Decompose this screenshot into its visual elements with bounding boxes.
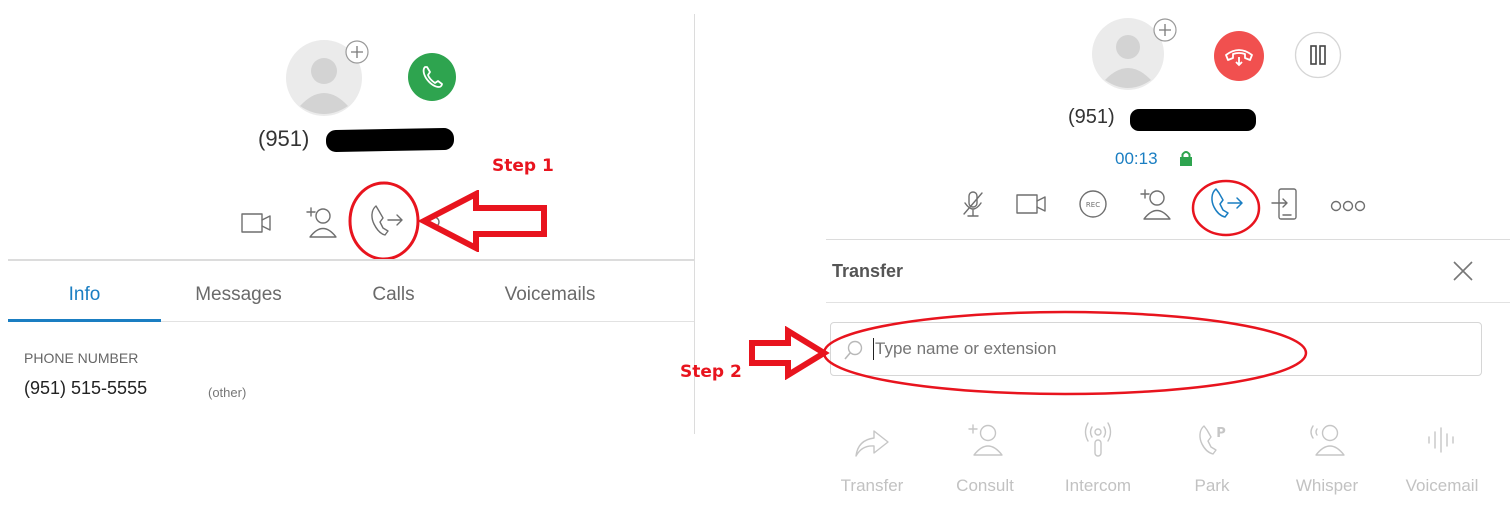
redaction-bar bbox=[1130, 109, 1256, 131]
transfer-option-park-label: Park bbox=[1194, 476, 1230, 495]
step2-ellipse bbox=[818, 306, 1312, 400]
step1-arrow bbox=[417, 189, 550, 253]
whisper-icon bbox=[1310, 424, 1345, 456]
transfer-option-whisper-label: Whisper bbox=[1295, 476, 1359, 495]
tab-info[interactable]: Info bbox=[8, 284, 161, 306]
video-call-icon[interactable] bbox=[240, 210, 274, 236]
transfer-option-transfer[interactable]: Transfer bbox=[822, 418, 922, 498]
add-contact-plus-icon[interactable] bbox=[1152, 17, 1178, 43]
tab-voicemails-label: Voicemails bbox=[504, 284, 596, 305]
step2-label: Step 2 bbox=[680, 362, 742, 382]
svg-text:REC: REC bbox=[1086, 201, 1100, 209]
caller-number: (951) bbox=[1068, 106, 1115, 129]
tab-messages[interactable]: Messages bbox=[161, 284, 316, 306]
tab-info-label: Info bbox=[68, 284, 101, 305]
transfer-option-consult-label: Consult bbox=[956, 476, 1014, 495]
transfer-option-intercom-label: Intercom bbox=[1064, 476, 1132, 495]
transfer-option-intercom[interactable]: Intercom bbox=[1048, 418, 1148, 498]
transfer-panel-top-border bbox=[826, 239, 1510, 240]
caller-number-text: (951) bbox=[258, 126, 310, 151]
secure-lock-icon bbox=[1178, 149, 1194, 167]
transfer-panel-title: Transfer bbox=[832, 261, 904, 281]
record-icon[interactable]: REC bbox=[1078, 189, 1108, 219]
transfer-option-whisper[interactable]: Whisper bbox=[1277, 418, 1377, 498]
transfer-option-transfer-label: Transfer bbox=[840, 476, 904, 495]
caller-number: (951) bbox=[258, 126, 309, 156]
transfer-option-voicemail[interactable]: Voicemail bbox=[1392, 418, 1492, 498]
svg-text:P: P bbox=[1216, 426, 1226, 441]
forward-arrow-icon bbox=[855, 430, 889, 457]
tab-calls-label: Calls bbox=[372, 284, 415, 305]
step2-arrow bbox=[746, 325, 830, 381]
tab-messages-label: Messages bbox=[195, 284, 282, 305]
video-call-icon[interactable] bbox=[1014, 191, 1050, 217]
send-to-device-icon[interactable] bbox=[1270, 186, 1300, 222]
add-contact-plus-icon[interactable] bbox=[344, 39, 370, 65]
voicemail-icon bbox=[1428, 427, 1454, 453]
park-icon: P bbox=[1199, 425, 1226, 455]
tab-info-underline bbox=[8, 319, 161, 322]
add-participant-icon[interactable] bbox=[1138, 186, 1172, 222]
tab-voicemails[interactable]: Voicemails bbox=[470, 284, 630, 306]
transfer-panel-divider bbox=[826, 302, 1510, 303]
step1b-circle bbox=[1190, 178, 1262, 238]
more-options-icon[interactable] bbox=[1330, 199, 1370, 212]
phone-number-value[interactable]: (951) 515-5555 bbox=[24, 378, 147, 399]
step1-circle bbox=[346, 180, 422, 262]
mute-microphone-icon[interactable] bbox=[960, 189, 986, 219]
redaction-bar bbox=[325, 127, 455, 153]
caller-number-text: (951) bbox=[1068, 106, 1115, 128]
phone-number-section-label: PHONE NUMBER bbox=[24, 350, 139, 366]
tabs-divider bbox=[161, 321, 695, 322]
add-person-icon bbox=[968, 424, 1003, 456]
phone-number-type: (other) bbox=[208, 385, 247, 400]
hang-up-button[interactable] bbox=[1214, 31, 1264, 81]
tab-calls[interactable]: Calls bbox=[316, 284, 471, 306]
hold-button[interactable] bbox=[1294, 31, 1342, 79]
transfer-option-consult[interactable]: Consult bbox=[935, 418, 1035, 498]
add-participant-icon[interactable] bbox=[304, 204, 338, 240]
call-timer: 00:13 bbox=[1115, 149, 1158, 168]
call-button[interactable] bbox=[408, 53, 456, 101]
transfer-option-park[interactable]: P Park bbox=[1162, 418, 1262, 498]
transfer-option-voicemail-label: Voicemail bbox=[1405, 476, 1479, 495]
step1-label: Step 1 bbox=[492, 156, 554, 176]
header-divider bbox=[8, 259, 695, 261]
intercom-icon bbox=[1084, 422, 1112, 457]
close-icon[interactable] bbox=[1452, 260, 1474, 282]
